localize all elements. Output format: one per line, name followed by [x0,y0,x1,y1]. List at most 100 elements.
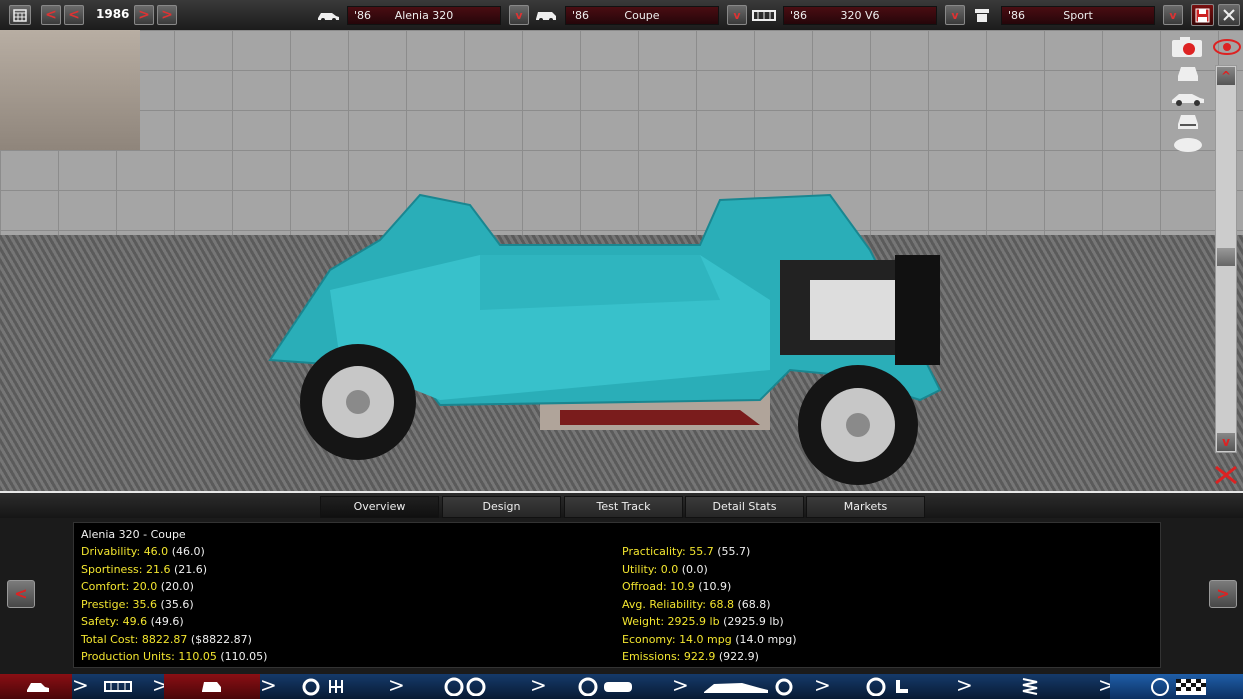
overview-panel: Alenia 320 - Coupe Drivability: 46.0 (46… [73,522,1161,668]
suspension-icon [1022,678,1038,695]
stat-base-value: (55.7) [717,545,751,558]
stat-base-value: (46.0) [171,545,205,558]
next-page-button[interactable]: > [1209,580,1237,608]
model-dropdown-button[interactable]: v [509,5,529,25]
stat-label: Comfort: [81,580,130,593]
close-icon[interactable] [1218,4,1240,26]
stat-value: 2925.9 lb [667,615,720,628]
tab-strip: Overview Design Test Track Detail Stats … [0,491,1243,518]
tab-overview[interactable]: Overview [320,496,439,518]
car-chassis-render [268,193,942,485]
body-selector[interactable]: '86 Coupe [565,6,719,25]
body-dropdown-button[interactable]: v [727,5,747,25]
stat-row: Prestige: 35.6 (35.6) [81,598,267,616]
body-design-icon [202,682,221,692]
prev-page-button[interactable]: < [7,580,35,608]
nav-chassis[interactable] [84,674,152,699]
panel-title: Alenia 320 - Coupe [81,528,186,541]
stat-row: Safety: 49.6 (49.6) [81,615,267,633]
reset-view-icon[interactable] [1212,463,1240,487]
design-stage-nav: > > > > > > > > > [0,674,1243,699]
stat-label: Production Units: [81,650,175,663]
view-front-icon[interactable] [1170,62,1206,84]
scroll-up-button[interactable]: ^ [1217,67,1235,85]
view-top-icon[interactable] [1170,134,1206,156]
stat-base-value: ($8822.87) [190,632,252,646]
stat-label: Weight: [622,615,665,628]
model-selector[interactable]: '86 Alenia 320 [347,6,501,25]
interior-icon [866,677,908,696]
year-next-button[interactable]: > [134,5,154,25]
stat-label: Drivability: [81,545,141,558]
nav-brakes[interactable] [542,674,668,699]
view-side-icon[interactable] [1170,86,1206,108]
stat-label: Avg. Reliability: [622,597,707,611]
nav-aero-cooling[interactable] [684,674,810,699]
car-side-icon [318,13,339,22]
stat-value: 20.0 [132,580,158,593]
tab-detail-stats[interactable]: Detail Stats [685,496,804,518]
year-next-fast-button[interactable]: > [157,5,177,25]
stat-value: 68.8 [709,597,735,611]
stat-base-value: (20.0) [160,580,194,593]
trim-icon [975,9,989,22]
engine-selector[interactable]: '86 320 V6 [783,6,937,25]
stat-base-value: (10.9) [698,580,732,593]
year-prev-button[interactable]: < [64,5,84,25]
stat-base-value: (68.8) [737,597,771,611]
eye-icon[interactable] [1212,38,1242,56]
stat-row: Production Units: 110.05 (110.05) [81,650,267,668]
tab-test-track[interactable]: Test Track [564,496,683,518]
stat-row: Weight: 2925.9 lb (2925.9 lb) [622,615,797,633]
left-stats: Drivability: 46.0 (46.0) Sportiness: 21.… [81,545,267,668]
stat-label: Prestige: [81,597,130,611]
nav-suspension[interactable] [968,674,1094,699]
info-area: < Alenia 320 - Coupe Drivability: 46.0 (… [0,518,1243,674]
nav-car-overview[interactable] [0,674,72,699]
trim-dropdown-button[interactable]: v [1163,5,1183,25]
chevron-right-icon: > [72,673,89,697]
scroll-thumb[interactable] [1217,248,1235,266]
chevron-right-icon: > [956,673,973,697]
body-name: Coupe [624,9,660,22]
stat-value: 10.9 [670,580,695,593]
year-display: 1986 [96,7,130,21]
nav-engine-gearbox[interactable] [272,674,384,699]
engine-dropdown-button[interactable]: v [945,5,965,25]
stat-row: Emissions: 922.9 (922.9) [622,650,797,668]
engine-icon [752,10,776,21]
stat-base-value: (49.6) [150,615,184,628]
save-icon[interactable] [1191,4,1214,26]
year-prev-fast-button[interactable]: < [41,5,61,25]
brakes-icon [578,677,632,696]
zoom-scrollbar[interactable]: ^ v [1215,65,1237,453]
nav-wheels[interactable] [400,674,526,699]
stat-base-value: (922.9) [718,650,759,663]
top-toolbar: < < 1986 > > '86 Alenia 320 v '86 Coupe … [0,0,1243,31]
chevron-right-icon: > [1098,673,1115,697]
stat-row: Offroad: 10.9 (10.9) [622,580,797,598]
aero-cooling-icon [704,678,793,696]
stat-base-value: (110.05) [220,650,268,663]
stat-row: Drivability: 46.0 (46.0) [81,545,267,563]
stat-base-value: (0.0) [681,562,708,576]
scroll-down-button[interactable]: v [1217,433,1235,451]
nav-interior[interactable] [826,674,952,699]
nav-body-design[interactable] [164,674,260,699]
car-overview-icon [27,683,49,692]
engine-name: 320 V6 [840,9,880,22]
nav-testing[interactable] [1110,674,1243,699]
view-rear-icon[interactable] [1170,110,1206,132]
stat-value: 46.0 [143,545,169,558]
chevron-right-icon: > [672,673,689,697]
stat-label: Emissions: [622,650,681,663]
calendar-icon[interactable] [9,5,31,25]
stat-label: Sportiness: [81,562,143,576]
stat-value: 55.7 [689,545,714,558]
tab-markets[interactable]: Markets [806,496,925,518]
car-viewport[interactable] [0,30,1243,491]
camera-icon[interactable] [1170,36,1206,58]
right-stats: Practicality: 55.7 (55.7) Utility: 0.0 (… [622,545,797,668]
tab-design[interactable]: Design [442,496,561,518]
trim-selector[interactable]: '86 Sport [1001,6,1155,25]
